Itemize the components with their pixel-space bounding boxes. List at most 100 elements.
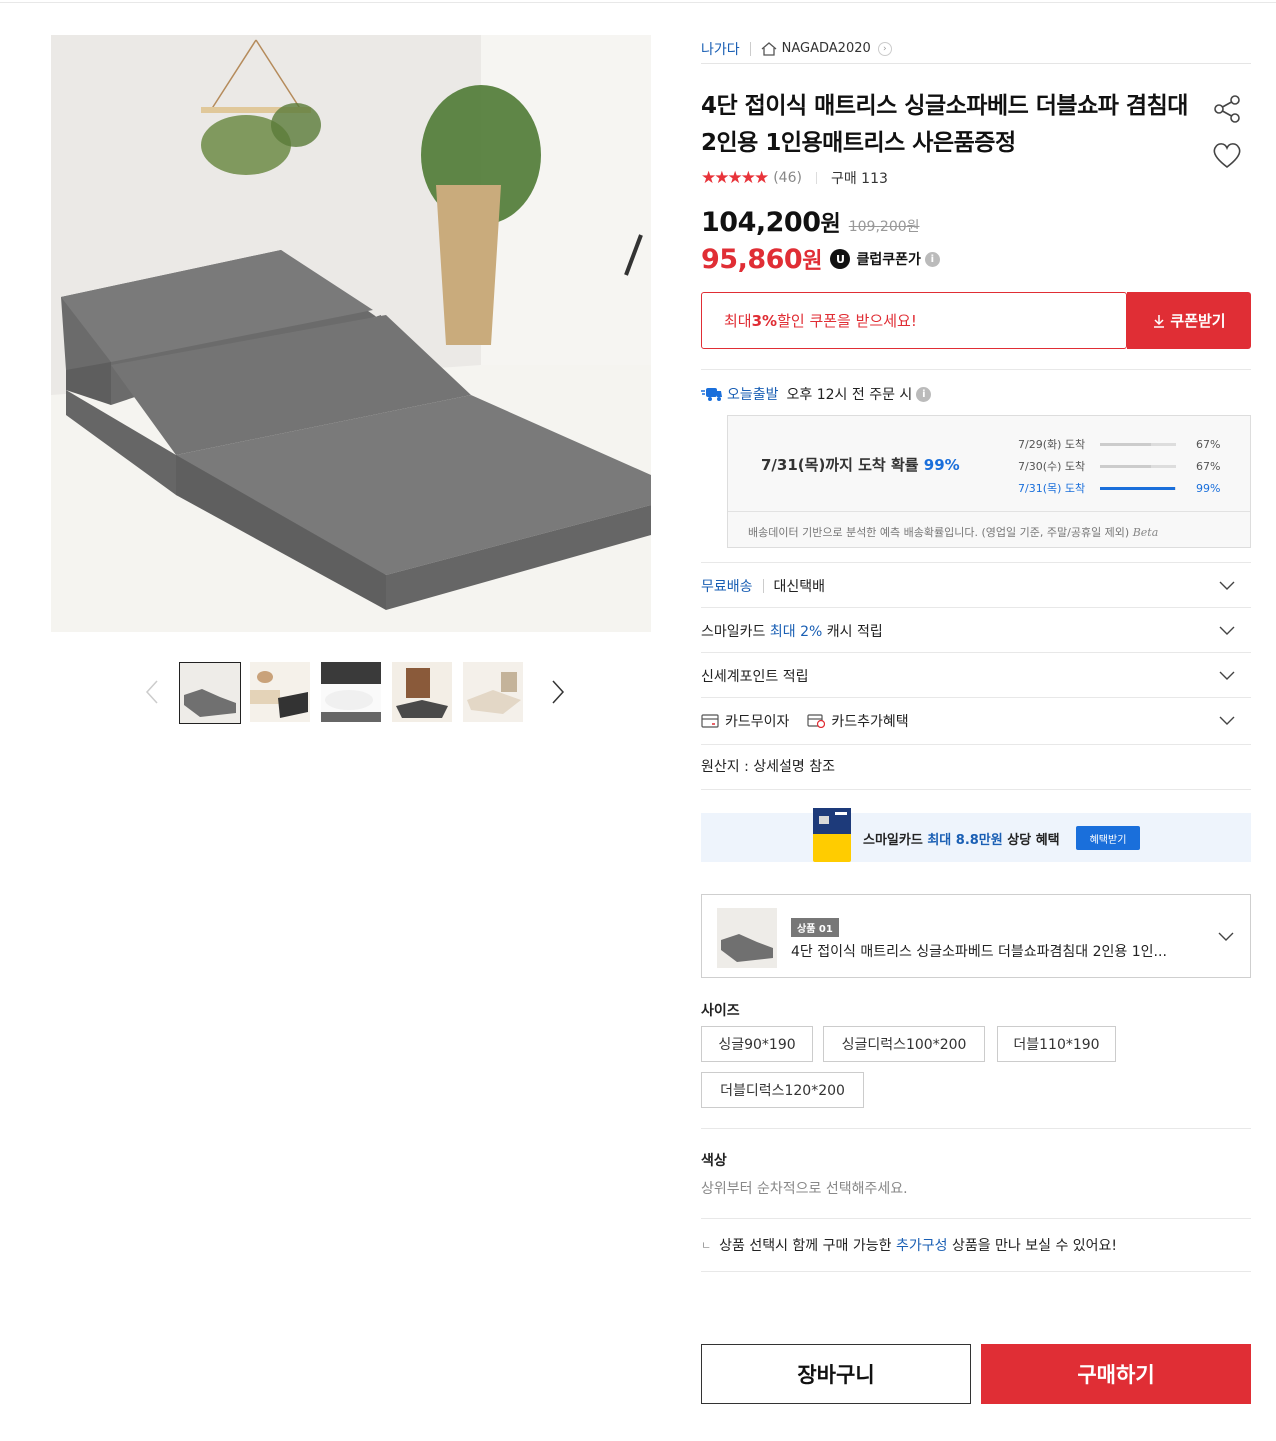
- top-border: [0, 2, 1276, 3]
- smile-banner-text: 스마일카드 최대 8.8만원 상당 혜택: [863, 829, 1060, 848]
- size-option-double-deluxe[interactable]: 더블디럭스120*200: [701, 1072, 864, 1108]
- size-option-single-deluxe[interactable]: 싱글디럭스100*200: [823, 1026, 985, 1062]
- store-name: NAGADA2020: [781, 41, 871, 56]
- info-icon[interactable]: i: [924, 251, 940, 267]
- coupon-price: 95,860: [701, 243, 803, 275]
- coupon-price-row: 95,860 원 U 클럽쿠폰가 i: [701, 243, 940, 275]
- thumbnail-3[interactable]: [321, 662, 383, 724]
- credit-card-icon: [701, 713, 719, 728]
- addon-prefix: 상품 선택시 함께 구매 가능한: [719, 1238, 892, 1254]
- shinsegae-point-label: 신세계포인트 적립: [701, 668, 809, 685]
- product-title: 4단 접이식 매트리스 싱글소파베드 더블쇼파 겸침대 2인용 1인용매트리스 …: [701, 93, 1188, 156]
- size-option-label: 사이즈: [701, 1003, 740, 1019]
- home-icon: [761, 41, 777, 56]
- card-benefit-accordion[interactable]: 카드무이자 카드추가혜택: [701, 698, 1251, 743]
- free-shipping-label: 무료배송: [701, 578, 753, 595]
- probability-bar: [1100, 464, 1176, 468]
- probability-bar-fill: [1100, 464, 1151, 468]
- buy-now-button[interactable]: 구매하기: [981, 1344, 1251, 1404]
- main-product-image[interactable]: [51, 35, 651, 632]
- share-icon[interactable]: [1211, 94, 1243, 124]
- color-option-guide: 상위부터 순차적으로 선택해주세요.: [701, 1181, 908, 1197]
- arrival-row: 7/31(목) 도착 99%: [1018, 477, 1238, 499]
- brand-link[interactable]: 나가다: [701, 39, 740, 59]
- thumbnail-4[interactable]: [392, 662, 454, 724]
- divider: [701, 1271, 1251, 1272]
- smile-card-accordion[interactable]: 스마일카드 최대 2% 캐시 적립: [701, 608, 1251, 653]
- smile-card-icon: [813, 808, 851, 862]
- beta-label: Beta: [1132, 526, 1159, 539]
- thumbnail-5[interactable]: [463, 662, 525, 724]
- today-shipping-cutoff: 오후 12시 전 주문 시: [786, 387, 913, 403]
- courier-name: 대신택배: [773, 578, 826, 595]
- store-link[interactable]: NAGADA2020 ›: [761, 41, 892, 56]
- coupon-percent: 3%: [751, 311, 778, 330]
- thumbnail-strip: [143, 662, 583, 724]
- thumbnail-2[interactable]: [250, 662, 312, 724]
- chevron-down-icon: [1219, 581, 1235, 590]
- shipping-accordion[interactable]: 무료배송 대신택배: [701, 563, 1251, 608]
- origin-info: 원산지 : 상세설명 참조: [701, 759, 835, 775]
- chevron-down-icon: [1219, 671, 1235, 680]
- arrival-date: 7/30(수) 도착: [1018, 460, 1086, 473]
- arrival-row: 7/30(수) 도착 67%: [1018, 455, 1238, 477]
- delivery-probability-box: 7/31(목)까지 도착 확률 99% 7/29(화) 도착 67% 7/30(…: [727, 415, 1251, 548]
- divider: [701, 789, 1251, 790]
- download-coupon-button[interactable]: 쿠폰받기: [1127, 292, 1251, 349]
- coupon-suffix: 할인 쿠폰을 받으세요!: [777, 312, 917, 330]
- review-count[interactable]: (46): [773, 170, 802, 186]
- addon-suffix: 상품을 만나 보실 수 있어요!: [951, 1238, 1118, 1254]
- smile-card-banner[interactable]: 스마일카드 최대 8.8만원 상당 혜택 혜택받기: [701, 808, 1251, 862]
- divider: [762, 578, 764, 593]
- wishlist-heart-icon[interactable]: [1211, 140, 1243, 170]
- arrival-pct: 67%: [1196, 437, 1221, 451]
- addon-highlight: 추가구성: [895, 1238, 948, 1254]
- chevron-down-icon: [1219, 626, 1235, 635]
- today-shipping-label: 오늘출발: [727, 387, 779, 403]
- coupon-promo-box: 최대 3% 할인 쿠폰을 받으세요!: [701, 292, 1127, 349]
- divider: [701, 744, 1251, 745]
- chevron-right-icon[interactable]: [547, 677, 567, 707]
- arrival-date: 7/29(화) 도착: [1018, 438, 1086, 451]
- club-coupon-label: 클럽쿠폰가: [856, 252, 921, 268]
- divider: [701, 1128, 1251, 1129]
- arrival-summary: 7/31(목)까지 도착 확률 99%: [761, 454, 960, 475]
- thumbnail-1[interactable]: [179, 662, 241, 724]
- coupon-prefix: 최대: [724, 312, 752, 330]
- chevron-left-icon[interactable]: [143, 677, 163, 707]
- coupon-price-unit: 원: [802, 249, 823, 274]
- sale-price: 104,200: [701, 207, 821, 238]
- chevron-right-icon: ›: [877, 41, 892, 56]
- smile-card-rate: 최대 2%: [769, 623, 823, 640]
- truck-icon: [701, 388, 722, 401]
- probability-bar: [1100, 486, 1176, 490]
- size-option-single[interactable]: 싱글90*190: [701, 1026, 813, 1062]
- product-number-badge: 상품 01: [791, 918, 839, 937]
- price-row: 104,200 원 109,200원: [701, 206, 920, 238]
- arrival-row: 7/29(화) 도착 67%: [1018, 433, 1238, 455]
- arrival-pct: 67%: [1196, 459, 1221, 473]
- get-benefit-button[interactable]: 혜택받기: [1076, 826, 1140, 850]
- size-option-double[interactable]: 더블110*190: [997, 1026, 1116, 1062]
- add-to-cart-button[interactable]: 장바구니: [701, 1344, 971, 1404]
- shinsegae-point-accordion[interactable]: 신세계포인트 적립: [701, 653, 1251, 698]
- smile-banner-amount: 최대 8.8만원: [927, 833, 1003, 848]
- purchase-count: 구매 113: [830, 171, 888, 187]
- arrival-probability-list: 7/29(화) 도착 67% 7/30(수) 도착 67% 7/31(목) 도착…: [1018, 433, 1238, 499]
- probability-bar-fill: [1100, 486, 1176, 490]
- chevron-down-icon: [1219, 716, 1235, 725]
- chevron-down-icon: [1218, 932, 1234, 941]
- selected-product-dropdown[interactable]: 상품 01 4단 접이식 매트리스 싱글소파베드 더블쇼파겸침대 2인용 1인.…: [701, 894, 1251, 978]
- probability-bar: [1100, 442, 1176, 446]
- card-benefit-icon: [807, 713, 826, 728]
- download-icon: [1154, 314, 1165, 328]
- info-icon[interactable]: i: [916, 386, 932, 402]
- card-extra-benefit-label: 카드추가혜택: [831, 713, 909, 730]
- arrival-prefix: 7/31(목)까지 도착 확률: [761, 456, 924, 474]
- selected-product-thumbnail: [717, 908, 777, 968]
- addon-notice: ㄴ 상품 선택시 함께 구매 가능한 추가구성 상품을 만나 보실 수 있어요!: [701, 1235, 1117, 1255]
- arrival-date: 7/31(목) 도착: [1018, 482, 1086, 495]
- smile-card-suffix: 캐시 적립: [826, 623, 883, 640]
- corner-marker: ㄴ: [701, 1239, 712, 1252]
- divider: [749, 41, 751, 56]
